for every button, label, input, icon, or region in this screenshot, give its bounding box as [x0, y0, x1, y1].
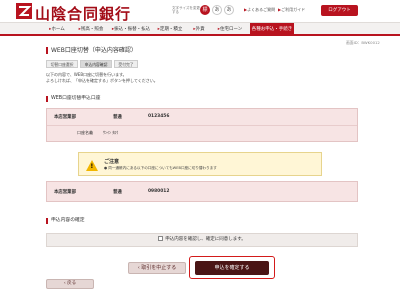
caution-title: ご注意 [104, 159, 120, 165]
switch-account-box: 本店営業部 普通 0123456 口座名義 ｻﾝｲﾝ ﾀﾛｳ [46, 108, 358, 142]
divider [47, 125, 357, 126]
confirm-checkbox-label: 申込内容を確認し、確定に同意します。 [165, 237, 246, 242]
logout-button[interactable]: ログアウト [321, 5, 358, 16]
switch-account-section-title: WEB口座切替申込口座 [46, 96, 100, 102]
screen-id: 画面ID：BWK0012 [346, 40, 380, 45]
account-holder-label: 口座名義 [77, 130, 93, 135]
description: 以下の内容で、WEB口座に切替を行います。 よろしければ、「申込を確定する」ボタ… [46, 72, 226, 84]
nav-item-deposit[interactable]: ▸ 定期・積立 [152, 23, 188, 35]
fontsize-standard-button[interactable]: 標 [200, 5, 210, 15]
description-line: よろしければ、「申込を確定する」ボタンを押してください。 [46, 77, 158, 83]
site-header: 山陰合同銀行 文字サイズを変更する 標 あ あ ▶よくあるご質問 ▶ご利用ガイド… [0, 0, 400, 23]
fontsize-large-button[interactable]: あ [224, 5, 234, 15]
step-select-account: 切替口座選択 [46, 60, 78, 68]
linked-account-box: 本店営業部 普通 0980012 [46, 181, 358, 202]
warning-icon-mark: ! [90, 163, 94, 170]
nav-item-forex[interactable]: ▸ 外貨 [188, 23, 210, 35]
back-button[interactable]: ‹ 戻る [46, 279, 94, 289]
global-nav: ▸ ホーム ▸ 残高・照会 ▸ 振込・振替・払込 ▸ 定期・積立 ▸ 外貨 ▸ 住宅ローン … [0, 22, 400, 36]
confirm-checkbox-row[interactable]: 申込内容を確認し、確定に同意します。 [46, 233, 358, 247]
confirm-section-title: 申込内容の確定 [46, 218, 85, 224]
fontsize-label: 文字サイズを変更する [172, 6, 200, 14]
caution-box: ! ご注意 ● 同一通帳内にある以下の口座についてもWEB口座に切り替わります [78, 152, 322, 176]
caution-text: ● 同一通帳内にある以下の口座についてもWEB口座に切り替わります [104, 166, 217, 170]
nav-item-applications[interactable]: 各種お申込・手続き [250, 23, 294, 35]
nav-item-home[interactable]: ▸ ホーム [42, 23, 72, 35]
confirm-checkbox[interactable] [158, 235, 164, 241]
account-type: 普通 [113, 190, 122, 195]
branch-name: 本店営業部 [54, 115, 76, 120]
step-complete: 受付完了 [114, 60, 138, 68]
fontsize-medium-button[interactable]: あ [212, 5, 222, 15]
bank-logo-text: 山陰合同銀行 [35, 5, 132, 23]
cancel-button[interactable]: ‹ 取引を中止する [128, 262, 186, 274]
step-confirm: 申込内容確認 [80, 60, 112, 68]
branch-name: 本店営業部 [54, 190, 76, 195]
page-title: WEB口座切替（申込内容確認） [46, 47, 137, 54]
nav-item-transfer[interactable]: ▸ 振込・振替・払込 [110, 23, 152, 35]
account-type: 普通 [113, 115, 122, 120]
account-number: 0980012 [148, 189, 170, 194]
account-number: 0123456 [148, 114, 170, 119]
nav-item-balance[interactable]: ▸ 残高・照会 [72, 23, 110, 35]
submit-button[interactable]: 申込を確定する [195, 261, 269, 275]
nav-item-housing-loan[interactable]: ▸ 住宅ローン [210, 23, 250, 35]
account-holder-name: ｻﾝｲﾝ ﾀﾛｳ [103, 130, 119, 135]
guide-link[interactable]: ▶ご利用ガイド [278, 7, 305, 13]
bank-logo-icon [16, 3, 32, 19]
faq-link[interactable]: ▶よくあるご質問 [244, 7, 275, 13]
